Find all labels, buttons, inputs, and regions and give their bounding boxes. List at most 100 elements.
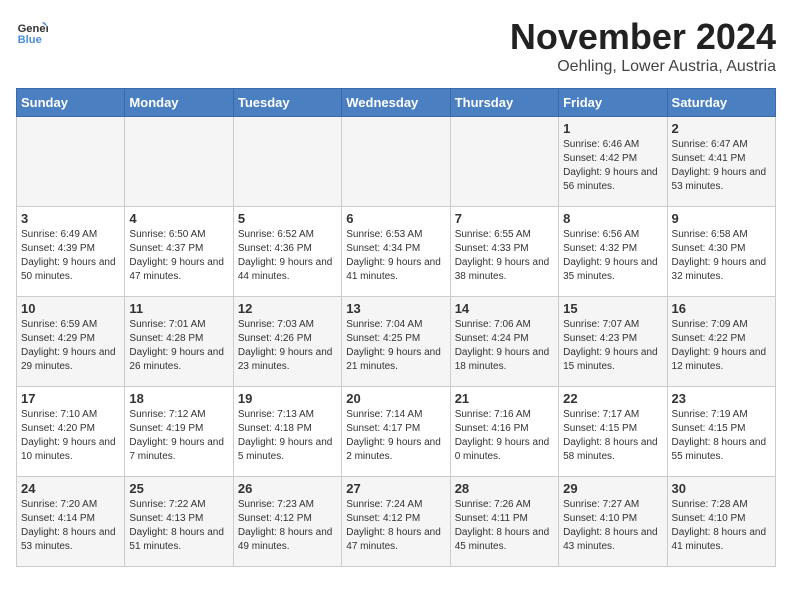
day-info: Sunrise: 7:27 AM Sunset: 4:10 PM Dayligh… — [563, 498, 662, 554]
day-number: 29 — [563, 481, 662, 496]
header: General Blue November 2024 Oehling, Lowe… — [16, 16, 776, 76]
day-cell — [450, 117, 558, 207]
day-number: 10 — [21, 301, 120, 316]
day-info: Sunrise: 7:03 AM Sunset: 4:26 PM Dayligh… — [238, 318, 337, 374]
main-title: November 2024 — [510, 16, 776, 58]
day-cell: 8 Sunrise: 6:56 AM Sunset: 4:32 PM Daylig… — [559, 207, 667, 297]
day-info: Sunrise: 6:56 AM Sunset: 4:32 PM Dayligh… — [563, 228, 662, 284]
day-number: 21 — [455, 391, 554, 406]
day-info: Sunrise: 7:20 AM Sunset: 4:14 PM Dayligh… — [21, 498, 120, 554]
day-info: Sunrise: 7:09 AM Sunset: 4:22 PM Dayligh… — [672, 318, 771, 374]
day-cell: 14Sunrise: 7:06 AM Sunset: 4:24 PM Dayli… — [450, 297, 558, 387]
day-number: 20 — [346, 391, 445, 406]
day-number: 30 — [672, 481, 771, 496]
day-info: Sunrise: 7:24 AM Sunset: 4:12 PM Dayligh… — [346, 498, 445, 554]
day-info: Sunrise: 7:16 AM Sunset: 4:16 PM Dayligh… — [455, 408, 554, 464]
day-cell: 13Sunrise: 7:04 AM Sunset: 4:25 PM Dayli… — [342, 297, 450, 387]
day-cell: 3 Sunrise: 6:49 AM Sunset: 4:39 PM Daylig… — [17, 207, 125, 297]
header-friday: Friday — [559, 89, 667, 117]
day-info: Sunrise: 6:52 AM Sunset: 4:36 PM Dayligh… — [238, 228, 337, 284]
day-cell: 24 Sunrise: 7:20 AM Sunset: 4:14 PM Dayli… — [17, 477, 125, 567]
day-number: 27 — [346, 481, 445, 496]
day-info: Sunrise: 7:10 AM Sunset: 4:20 PM Dayligh… — [21, 408, 120, 464]
day-info: Sunrise: 6:46 AM Sunset: 4:42 PM Dayligh… — [563, 138, 662, 194]
day-cell — [233, 117, 341, 207]
day-number: 17 — [21, 391, 120, 406]
header-sunday: Sunday — [17, 89, 125, 117]
day-cell: 18 Sunrise: 7:12 AM Sunset: 4:19 PM Dayli… — [125, 387, 233, 477]
subtitle: Oehling, Lower Austria, Austria — [510, 58, 776, 76]
header-monday: Monday — [125, 89, 233, 117]
day-cell: 21 Sunrise: 7:16 AM Sunset: 4:16 PM Dayli… — [450, 387, 558, 477]
day-info: Sunrise: 7:26 AM Sunset: 4:11 PM Dayligh… — [455, 498, 554, 554]
day-number: 26 — [238, 481, 337, 496]
day-cell: 4 Sunrise: 6:50 AM Sunset: 4:37 PM Daylig… — [125, 207, 233, 297]
day-cell: 26 Sunrise: 7:23 AM Sunset: 4:12 PM Dayli… — [233, 477, 341, 567]
day-cell: 12 Sunrise: 7:03 AM Sunset: 4:26 PM Dayli… — [233, 297, 341, 387]
day-info: Sunrise: 7:28 AM Sunset: 4:10 PM Dayligh… — [672, 498, 771, 554]
day-info: Sunrise: 6:49 AM Sunset: 4:39 PM Dayligh… — [21, 228, 120, 284]
day-number: 9 — [672, 211, 771, 226]
day-info: Sunrise: 7:14 AM Sunset: 4:17 PM Dayligh… — [346, 408, 445, 464]
day-cell: 6Sunrise: 6:53 AM Sunset: 4:34 PM Daylig… — [342, 207, 450, 297]
header-saturday: Saturday — [667, 89, 775, 117]
day-cell: 30 Sunrise: 7:28 AM Sunset: 4:10 PM Dayli… — [667, 477, 775, 567]
day-number: 13 — [346, 301, 445, 316]
day-cell: 20 Sunrise: 7:14 AM Sunset: 4:17 PM Dayli… — [342, 387, 450, 477]
day-cell — [342, 117, 450, 207]
day-number: 18 — [129, 391, 228, 406]
day-number: 16 — [672, 301, 771, 316]
day-cell: 28Sunrise: 7:26 AM Sunset: 4:11 PM Dayli… — [450, 477, 558, 567]
week-row-1: 1 Sunrise: 6:46 AM Sunset: 4:42 PM Daylig… — [17, 117, 776, 207]
day-cell: 27 Sunrise: 7:24 AM Sunset: 4:12 PM Dayli… — [342, 477, 450, 567]
day-number: 15 — [563, 301, 662, 316]
day-number: 4 — [129, 211, 228, 226]
calendar-body: 1 Sunrise: 6:46 AM Sunset: 4:42 PM Daylig… — [17, 117, 776, 567]
day-cell: 16 Sunrise: 7:09 AM Sunset: 4:22 PM Dayli… — [667, 297, 775, 387]
day-number: 5 — [238, 211, 337, 226]
day-number: 7 — [455, 211, 554, 226]
calendar-table: Sunday Monday Tuesday Wednesday Thursday… — [16, 88, 776, 567]
day-cell: 15 Sunrise: 7:07 AM Sunset: 4:23 PM Dayli… — [559, 297, 667, 387]
title-area: November 2024 Oehling, Lower Austria, Au… — [510, 16, 776, 76]
day-number: 24 — [21, 481, 120, 496]
day-info: Sunrise: 7:01 AM Sunset: 4:28 PM Dayligh… — [129, 318, 228, 374]
header-wednesday: Wednesday — [342, 89, 450, 117]
day-number: 22 — [563, 391, 662, 406]
day-number: 14 — [455, 301, 554, 316]
day-number: 6 — [346, 211, 445, 226]
day-info: Sunrise: 6:55 AM Sunset: 4:33 PM Dayligh… — [455, 228, 554, 284]
header-thursday: Thursday — [450, 89, 558, 117]
day-number: 8 — [563, 211, 662, 226]
day-info: Sunrise: 7:07 AM Sunset: 4:23 PM Dayligh… — [563, 318, 662, 374]
day-cell: 2Sunrise: 6:47 AM Sunset: 4:41 PM Daylig… — [667, 117, 775, 207]
day-number: 23 — [672, 391, 771, 406]
week-row-4: 17 Sunrise: 7:10 AM Sunset: 4:20 PM Dayli… — [17, 387, 776, 477]
week-row-2: 3 Sunrise: 6:49 AM Sunset: 4:39 PM Daylig… — [17, 207, 776, 297]
day-cell — [125, 117, 233, 207]
day-cell: 5 Sunrise: 6:52 AM Sunset: 4:36 PM Daylig… — [233, 207, 341, 297]
day-cell: 22 Sunrise: 7:17 AM Sunset: 4:15 PM Dayli… — [559, 387, 667, 477]
day-cell: 29 Sunrise: 7:27 AM Sunset: 4:10 PM Dayli… — [559, 477, 667, 567]
day-info: Sunrise: 6:58 AM Sunset: 4:30 PM Dayligh… — [672, 228, 771, 284]
day-number: 25 — [129, 481, 228, 496]
logo-icon: General Blue — [16, 16, 48, 48]
day-cell: 10Sunrise: 6:59 AM Sunset: 4:29 PM Dayli… — [17, 297, 125, 387]
day-info: Sunrise: 7:19 AM Sunset: 4:15 PM Dayligh… — [672, 408, 771, 464]
day-info: Sunrise: 6:50 AM Sunset: 4:37 PM Dayligh… — [129, 228, 228, 284]
day-number: 12 — [238, 301, 337, 316]
day-number: 11 — [129, 301, 228, 316]
day-info: Sunrise: 7:17 AM Sunset: 4:15 PM Dayligh… — [563, 408, 662, 464]
day-number: 3 — [21, 211, 120, 226]
day-number: 19 — [238, 391, 337, 406]
day-number: 1 — [563, 121, 662, 136]
day-cell: 17 Sunrise: 7:10 AM Sunset: 4:20 PM Dayli… — [17, 387, 125, 477]
day-cell: 7 Sunrise: 6:55 AM Sunset: 4:33 PM Daylig… — [450, 207, 558, 297]
week-row-3: 10Sunrise: 6:59 AM Sunset: 4:29 PM Dayli… — [17, 297, 776, 387]
day-cell: 1 Sunrise: 6:46 AM Sunset: 4:42 PM Daylig… — [559, 117, 667, 207]
day-cell: 25Sunrise: 7:22 AM Sunset: 4:13 PM Dayli… — [125, 477, 233, 567]
day-info: Sunrise: 7:12 AM Sunset: 4:19 PM Dayligh… — [129, 408, 228, 464]
week-row-5: 24 Sunrise: 7:20 AM Sunset: 4:14 PM Dayli… — [17, 477, 776, 567]
day-info: Sunrise: 7:13 AM Sunset: 4:18 PM Dayligh… — [238, 408, 337, 464]
day-info: Sunrise: 7:23 AM Sunset: 4:12 PM Dayligh… — [238, 498, 337, 554]
